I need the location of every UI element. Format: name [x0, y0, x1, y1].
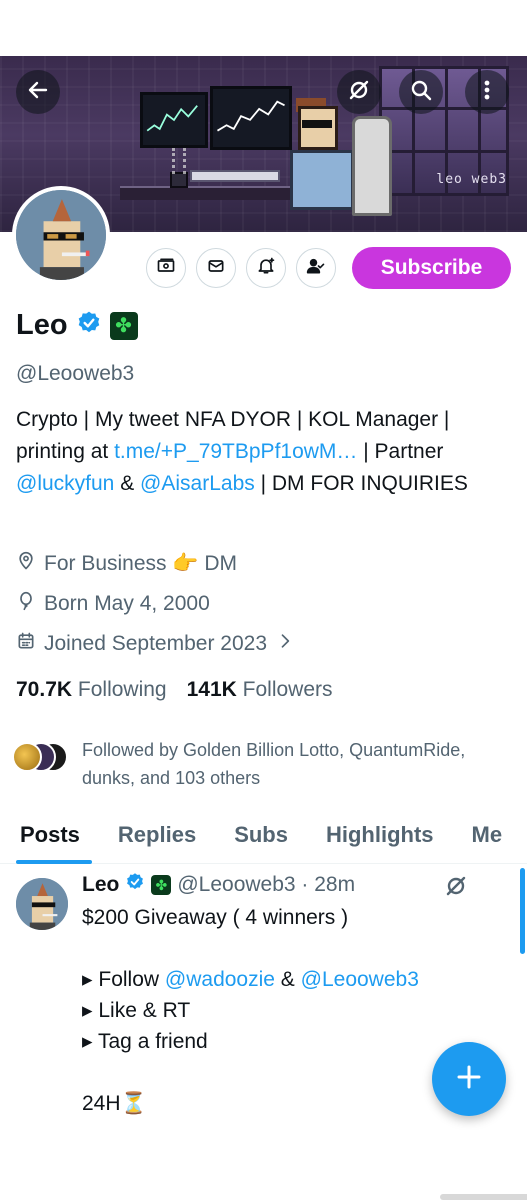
more-vertical-icon	[475, 78, 499, 107]
location-pin-icon	[16, 551, 36, 577]
tweet-text-segment: &	[274, 968, 301, 991]
grok-icon	[444, 876, 468, 902]
tweet-mention-leooweb3[interactable]: @Leooweb3	[301, 968, 419, 991]
verified-badge-icon	[125, 872, 145, 898]
profile-birthday: Born May 4, 2000	[16, 591, 210, 617]
bio-text: | Partner	[357, 440, 444, 463]
tab-highlights[interactable]: Highlights	[306, 812, 452, 863]
profile-action-row	[146, 248, 336, 288]
chevron-right-icon	[275, 631, 295, 657]
tweet-text: $200 Giveaway ( 4 winners ) ▸ Follow @wa…	[82, 902, 419, 1119]
profile-tabs: Posts Replies Subs Highlights Me	[0, 812, 527, 864]
more-button[interactable]	[465, 70, 509, 114]
tweet-line: $200 Giveaway ( 4 winners )	[82, 906, 349, 929]
tip-button[interactable]	[146, 248, 186, 288]
notifications-button[interactable]	[246, 248, 286, 288]
status-bar	[0, 0, 527, 56]
verified-badge-icon[interactable]	[76, 310, 102, 341]
bio-text: | DM FOR INQUIRIES	[254, 472, 468, 495]
bio-link[interactable]: t.me/+P_79TBpPf1owM…	[114, 440, 357, 463]
envelope-icon	[206, 256, 226, 281]
tweet-author-name[interactable]: Leo	[82, 873, 119, 897]
tweet-avatar-image	[16, 878, 68, 930]
tab-media[interactable]: Me	[452, 812, 521, 863]
balloon-icon	[16, 591, 36, 617]
follower-avatar	[12, 742, 42, 772]
profile-name-row: Leo ✤	[16, 309, 138, 342]
tab-posts[interactable]: Posts	[0, 812, 98, 864]
tweet-header: Leo ✤ @Leooweb3 · 28m	[82, 872, 355, 898]
banner-smoke	[172, 148, 186, 174]
grok-icon	[347, 78, 371, 107]
profile-avatar[interactable]	[12, 186, 110, 284]
tweet-line: ▸ Like & RT	[82, 999, 191, 1022]
following-count-link[interactable]: 70.7K Following	[16, 678, 167, 702]
tweet-card[interactable]: Leo ✤ @Leooweb3 · 28m $200 Giveaway ( 4 …	[0, 868, 527, 1168]
profile-bio: Crypto | My tweet NFA DYOR | KOL Manager…	[16, 404, 516, 500]
compose-button[interactable]	[432, 1042, 506, 1116]
tweet-mention-wadoozie[interactable]: @wadoozie	[165, 968, 275, 991]
followed-by-row[interactable]: Followed by Golden Billion Lotto, Quantu…	[12, 736, 502, 792]
followers-label: Followers	[242, 678, 333, 701]
display-name: Leo	[16, 309, 68, 341]
clover-emoji-icon: ✤	[109, 311, 138, 340]
tweet-grok-button[interactable]	[444, 874, 468, 903]
banner-mug	[170, 172, 188, 188]
followed-by-text: Followed by Golden Billion Lotto, Quantu…	[82, 740, 466, 788]
tab-subs[interactable]: Subs	[214, 812, 306, 863]
clover-emoji-icon: ✤	[151, 875, 172, 895]
scrollbar-thumb[interactable]	[520, 868, 525, 954]
banner-keyboard	[190, 170, 280, 182]
bio-text: &	[114, 472, 141, 495]
banner-chair	[352, 116, 392, 216]
profile-location: For Business 👉 DM	[16, 551, 237, 577]
bio-mention-aisarlabs[interactable]: @AisarLabs	[140, 472, 255, 495]
profile-handle: @Leooweb3	[16, 362, 135, 385]
banner-monitor-right	[210, 86, 292, 150]
avatar-image	[16, 190, 106, 280]
tweet-avatar[interactable]	[16, 878, 68, 930]
banner-signature: leo web3	[436, 172, 507, 187]
subscribe-button[interactable]: Subscribe	[352, 247, 511, 289]
plus-icon	[454, 1062, 484, 1097]
birthday-text: Born May 4, 2000	[44, 592, 210, 615]
tab-replies[interactable]: Replies	[98, 812, 214, 863]
followers-count-link[interactable]: 141K Followers	[187, 678, 333, 702]
back-button[interactable]	[16, 70, 60, 114]
tweet-line: ▸ Tag a friend	[82, 1030, 208, 1053]
tweet-handle-time: @Leooweb3 · 28m	[177, 873, 356, 896]
tweet-text-segment: ▸ Follow	[82, 968, 165, 991]
profile-joined[interactable]: Joined September 2023	[16, 631, 295, 657]
banner-monitor-left	[140, 92, 208, 148]
followed-by-facepile	[12, 736, 70, 776]
followers-count: 141K	[186, 678, 237, 701]
search-button[interactable]	[399, 70, 443, 114]
bell-plus-icon	[256, 256, 276, 281]
message-button[interactable]	[196, 248, 236, 288]
money-icon	[156, 256, 176, 281]
search-icon	[409, 78, 433, 107]
arrow-left-icon	[26, 78, 50, 107]
following-count: 70.7K	[16, 678, 73, 701]
following-label: Following	[77, 678, 167, 701]
calendar-icon	[16, 631, 36, 657]
following-button[interactable]	[296, 248, 336, 288]
banner-character	[290, 98, 360, 216]
tweet-line: ▸ Follow @wadoozie & @Leooweb3	[82, 964, 419, 995]
grok-button[interactable]	[337, 70, 381, 114]
location-text: For Business 👉 DM	[44, 552, 238, 575]
gesture-nav-handle	[440, 1194, 527, 1200]
bio-mention-luckyfun[interactable]: @luckyfun	[16, 472, 114, 495]
follow-counts: 70.7K Following 141K Followers	[16, 678, 333, 702]
joined-text: Joined September 2023	[44, 632, 267, 655]
tweet-line: 24H⏳	[82, 1092, 147, 1115]
person-check-icon	[306, 256, 326, 281]
